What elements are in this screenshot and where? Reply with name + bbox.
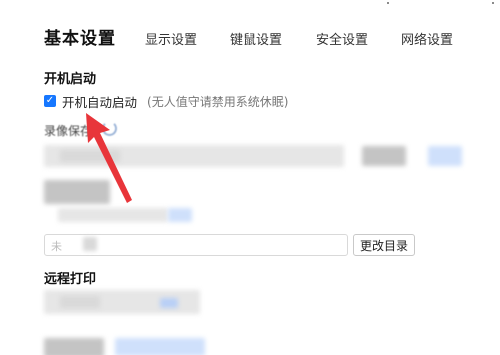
settings-tab-bar: 基本设置 显示设置 键鼠设置 安全设置 网络设置 (0, 0, 500, 62)
auto-start-checkbox[interactable]: ✓ (44, 95, 56, 107)
redacted-text (60, 296, 100, 308)
auto-start-hint: (无人值守请禁用系统休眠) (147, 94, 289, 109)
save-path-prefix: 未 (51, 240, 62, 253)
startup-section-title: 开机启动 (44, 72, 97, 87)
recording-section-title: 录像保存 (44, 124, 93, 138)
redacted-text (44, 338, 104, 355)
window-dot-icon (387, 2, 389, 4)
auto-start-row[interactable]: ✓ 开机自动启动 (无人值守请禁用系统休眠) (44, 92, 288, 110)
redacted-text (362, 146, 406, 166)
redacted-text (60, 150, 120, 162)
tab-display-settings[interactable]: 显示设置 (145, 29, 197, 48)
redacted-text (58, 208, 168, 222)
redacted-text (44, 180, 110, 204)
redacted-link (168, 208, 192, 222)
auto-start-label[interactable]: 开机自动启动 (62, 92, 137, 111)
remote-print-section-title: 远程打印 (44, 272, 97, 287)
window-dot-icon (492, 2, 494, 4)
redacted-link (428, 146, 462, 166)
tab-network-settings[interactable]: 网络设置 (401, 29, 453, 48)
settings-page: 基本设置 显示设置 键鼠设置 安全设置 网络设置 开机启动 ✓ 开机自动启动 (… (0, 0, 500, 355)
tab-basic-settings[interactable]: 基本设置 (44, 24, 116, 49)
redacted-link (115, 338, 205, 355)
save-path-input[interactable]: 未 (44, 234, 348, 256)
checkmark-icon: ✓ (45, 95, 55, 106)
tab-keyboard-mouse-settings[interactable]: 键鼠设置 (230, 29, 282, 48)
redacted-text (83, 237, 97, 251)
change-directory-button[interactable]: 更改目录 (353, 234, 415, 256)
refresh-icon[interactable] (102, 121, 117, 136)
redacted-link (160, 298, 178, 308)
tab-security-settings[interactable]: 安全设置 (316, 29, 368, 48)
